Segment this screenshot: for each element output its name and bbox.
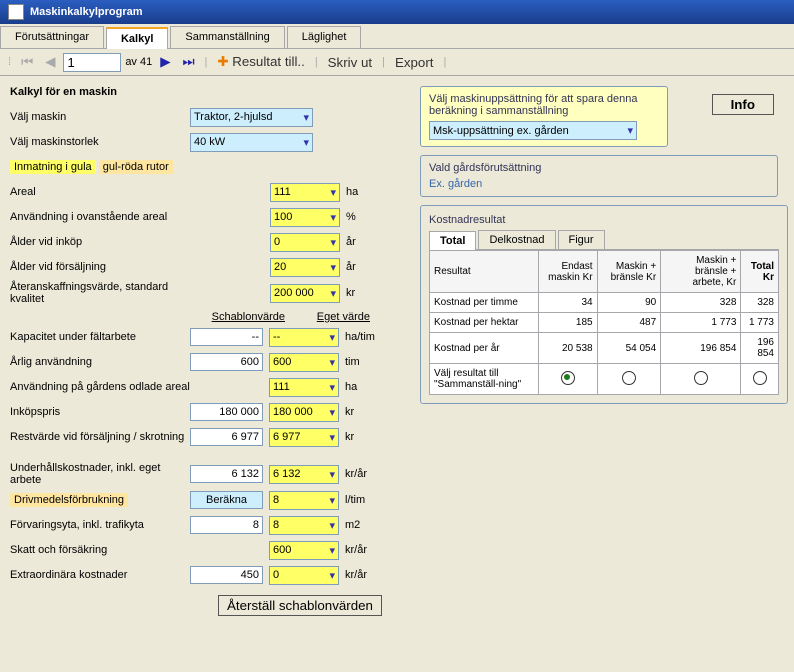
chevron-down-icon: ▾ bbox=[303, 136, 309, 149]
eget-combo[interactable]: --▾ bbox=[269, 328, 339, 347]
unit-label: tim bbox=[345, 356, 380, 368]
schablon-value: 180 000 bbox=[190, 403, 263, 421]
unit-label: kr/år bbox=[345, 468, 380, 480]
field-label: Återanskaffningsvärde, standard kvalitet bbox=[10, 281, 190, 305]
tab-kalkyl[interactable]: Kalkyl bbox=[106, 27, 168, 49]
col-schablon: Schablonvärde bbox=[190, 311, 285, 323]
schablon-value: 600 bbox=[190, 353, 263, 371]
unit-label: år bbox=[346, 236, 381, 248]
selection-intro: Välj maskinuppsättning för att spara den… bbox=[429, 93, 659, 117]
unit-label: ha bbox=[345, 381, 380, 393]
eget-combo[interactable]: 180 000▾ bbox=[269, 403, 339, 422]
selection-combo[interactable]: Msk-uppsättning ex. gården▾ bbox=[429, 121, 637, 140]
page-title: Kalkyl för en maskin bbox=[10, 86, 410, 98]
info-button[interactable]: Info bbox=[712, 94, 774, 115]
nav-of-label: av 41 bbox=[125, 56, 152, 68]
field-label: Extraordinära kostnader bbox=[10, 569, 190, 581]
unit-label: % bbox=[346, 211, 381, 223]
unit-label: ha/tim bbox=[345, 331, 380, 343]
farm-value: Ex. gården bbox=[429, 178, 769, 190]
value-combo[interactable]: 111▾ bbox=[270, 183, 340, 202]
nav-first-icon[interactable]: ⏮ bbox=[17, 52, 37, 72]
nav-prev-icon[interactable]: ◀ bbox=[41, 52, 59, 72]
field-label: Årlig användning bbox=[10, 356, 190, 368]
eget-combo[interactable]: 6 132▾ bbox=[269, 465, 339, 484]
col-eget: Eget värde bbox=[285, 311, 370, 323]
result-till-button[interactable]: ✚ Resultat till.. bbox=[213, 52, 308, 72]
schablon-value: 6 132 bbox=[190, 465, 263, 483]
farm-title: Vald gårdsförutsättning bbox=[429, 162, 769, 174]
eget-combo[interactable]: 111▾ bbox=[269, 378, 339, 397]
nav-next-icon[interactable]: ▶ bbox=[156, 52, 174, 72]
subtab-delkostnad[interactable]: Delkostnad bbox=[478, 230, 555, 249]
main-tabs: Förutsättningar Kalkyl Sammanställning L… bbox=[0, 24, 794, 49]
unit-label: kr bbox=[345, 431, 380, 443]
eget-combo[interactable]: 6 977▾ bbox=[269, 428, 339, 447]
eget-combo[interactable]: 0▾ bbox=[269, 566, 339, 585]
field-label: Ålder vid försäljning bbox=[10, 261, 190, 273]
unit-label: kr/år bbox=[345, 569, 380, 581]
value-combo[interactable]: 20▾ bbox=[270, 258, 340, 277]
nav-pos-input[interactable] bbox=[63, 53, 121, 72]
field-label: Ålder vid inköp bbox=[10, 236, 190, 248]
app-title: Maskinkalkylprogram bbox=[30, 6, 143, 18]
result-radio[interactable] bbox=[694, 371, 708, 385]
toolbar: ⁞ ⏮ ◀ av 41 ▶ ⏭ | ✚ Resultat till.. | Sk… bbox=[0, 49, 794, 76]
subtab-figur[interactable]: Figur bbox=[558, 230, 605, 249]
result-radio[interactable] bbox=[622, 371, 636, 385]
app-icon bbox=[8, 4, 24, 20]
field-label: Förvaringsyta, inkl. trafikyta bbox=[10, 519, 190, 531]
result-radio[interactable] bbox=[753, 371, 767, 385]
hint-orange: gul-röda rutor bbox=[99, 160, 173, 174]
field-label: Inköpspris bbox=[10, 406, 190, 418]
field-label: Skatt och försäkring bbox=[10, 544, 190, 556]
tab-laglighet[interactable]: Läglighet bbox=[287, 26, 362, 48]
schablon-value: 450 bbox=[190, 566, 263, 584]
reset-schablon-button[interactable]: Återställ schablonvärden bbox=[218, 595, 382, 616]
schablon-value: -- bbox=[190, 328, 263, 346]
unit-label: ha bbox=[346, 186, 381, 198]
unit-label: år bbox=[346, 261, 381, 273]
field-label: Användning i ovanstående areal bbox=[10, 211, 190, 223]
field-label: Areal bbox=[10, 186, 190, 198]
field-label: Restvärde vid försäljning / skrotning bbox=[10, 431, 190, 443]
value-combo[interactable]: 100▾ bbox=[270, 208, 340, 227]
result-table: ResultatEndast maskin KrMaskin + bränsle… bbox=[429, 250, 779, 395]
field-label: Användning på gårdens odlade areal bbox=[10, 381, 190, 393]
berakna-button[interactable]: Beräkna bbox=[190, 491, 263, 509]
field-label: Drivmedelsförbrukning bbox=[10, 494, 190, 506]
result-title: Kostnadresultat bbox=[429, 214, 779, 226]
titlebar: Maskinkalkylprogram bbox=[0, 0, 794, 24]
chevron-down-icon: ▾ bbox=[303, 111, 309, 124]
size-combo[interactable]: 40 kW▾ bbox=[190, 133, 313, 152]
unit-label: kr/år bbox=[345, 544, 380, 556]
eget-combo[interactable]: 600▾ bbox=[269, 353, 339, 372]
machine-combo[interactable]: Traktor, 2-hjulsd▾ bbox=[190, 108, 313, 127]
value-combo[interactable]: 200 000▾ bbox=[270, 284, 340, 303]
eget-combo[interactable]: 8▾ bbox=[269, 516, 339, 535]
chevron-down-icon: ▾ bbox=[627, 124, 633, 137]
export-button[interactable]: Export bbox=[391, 53, 438, 72]
tab-forutsattningar[interactable]: Förutsättningar bbox=[0, 26, 104, 48]
result-radio[interactable] bbox=[561, 371, 575, 385]
size-label: Välj maskinstorlek bbox=[10, 136, 190, 148]
unit-label: kr bbox=[346, 287, 381, 299]
unit-label: m2 bbox=[345, 519, 380, 531]
machine-label: Välj maskin bbox=[10, 111, 190, 123]
schablon-value: 8 bbox=[190, 516, 263, 534]
nav-last-icon[interactable]: ⏭ bbox=[178, 52, 198, 72]
unit-label: l/tim bbox=[345, 494, 380, 506]
tab-sammanstallning[interactable]: Sammanställning bbox=[170, 26, 284, 48]
field-label: Kapacitet under fältarbete bbox=[10, 331, 190, 343]
unit-label: kr bbox=[345, 406, 380, 418]
eget-combo[interactable]: 600▾ bbox=[269, 541, 339, 560]
schablon-value: 6 977 bbox=[190, 428, 263, 446]
subtab-total[interactable]: Total bbox=[429, 231, 476, 250]
field-label: Underhållskostnader, inkl. eget arbete bbox=[10, 462, 190, 486]
hint-yellow: Inmatning i gula bbox=[10, 160, 96, 174]
value-combo[interactable]: 0▾ bbox=[270, 233, 340, 252]
eget-combo[interactable]: 8▾ bbox=[269, 491, 339, 510]
skriv-ut-button[interactable]: Skriv ut bbox=[324, 53, 376, 72]
